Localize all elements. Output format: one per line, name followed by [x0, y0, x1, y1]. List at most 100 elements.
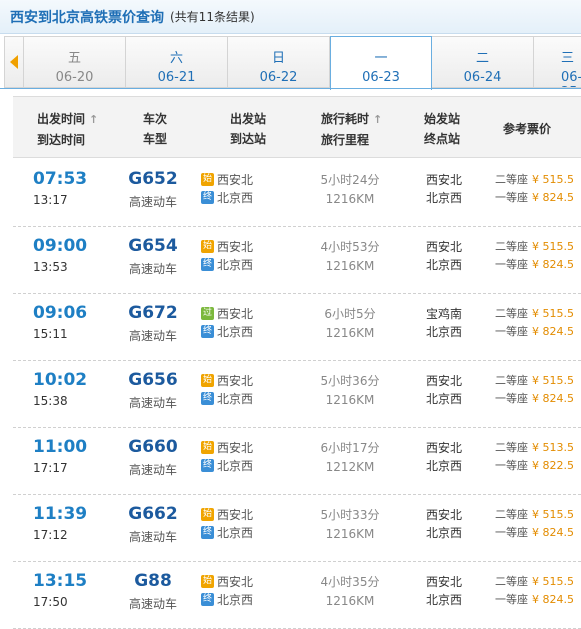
tab-date: 06-22 [259, 70, 298, 85]
train-number-link[interactable]: G672 [121, 303, 185, 323]
seat-class-label: 一等座 [495, 258, 528, 271]
seat-class-label: 二等座 [495, 307, 528, 320]
travel-duration: 4小时35分 [320, 575, 380, 589]
station-badge-icon: 始 [201, 374, 214, 387]
table-row[interactable]: 09:00 13:53 G654 高速动车始西安北终北京西 4小时53分 1216KM 西安… [13, 226, 581, 294]
terminus-station: 北京西 [425, 258, 462, 272]
prev-dates-button[interactable] [4, 36, 24, 88]
date-tab-0623[interactable]: 一 06-23 [330, 36, 432, 90]
terminus-station: 北京西 [425, 459, 462, 473]
price-amount: ¥ 515.5 [532, 173, 574, 186]
tab-weekday: 三 [561, 51, 575, 66]
station-badge-icon: 过 [201, 307, 214, 320]
station-badge-icon: 始 [201, 575, 214, 588]
station-badge-icon: 始 [201, 173, 214, 186]
from-station: 始西安北 [201, 506, 253, 523]
date-tab-0625[interactable]: 三 06-25 [534, 36, 581, 88]
arrive-time: 13:53 [33, 260, 68, 274]
sort-depart-time[interactable]: 出发时间 ↑ 到达时间 [37, 109, 98, 150]
page-title: 西安到北京高铁票价查询 [10, 9, 164, 26]
tab-weekday: 日 [271, 51, 285, 66]
to-station-name: 北京西 [217, 258, 254, 272]
header-train-no: 车次 [143, 112, 168, 126]
station-badge-icon: 始 [201, 508, 214, 521]
travel-distance: 1212KM [325, 460, 375, 474]
table-row[interactable]: 11:00 17:17 G660 高速动车始西安北终北京西 6小时17分 1212KM 西安… [13, 427, 581, 495]
train-type: 高速动车 [128, 530, 177, 544]
from-station: 始西安北 [201, 439, 253, 456]
seat-class-label: 一等座 [495, 325, 528, 338]
sort-arrow-icon: ↑ [89, 113, 99, 126]
price-amount: ¥ 824.5 [532, 258, 574, 271]
price-amount: ¥ 824.5 [532, 325, 574, 338]
table-row[interactable]: 11:39 17:12 G662 高速动车始西安北终北京西 5小时33分 1216KM 西安… [13, 494, 581, 562]
train-number-link[interactable]: G662 [121, 504, 185, 524]
seat-class-label: 一等座 [495, 526, 528, 539]
table-row[interactable]: 07:53 13:17 G652 高速动车始西安北终北京西 5小时24分 1216KM 西安… [13, 159, 581, 227]
to-station-name: 北京西 [217, 526, 254, 540]
date-tab-0624[interactable]: 二 06-24 [432, 36, 534, 88]
terminus-station: 北京西 [425, 191, 462, 205]
origin-station: 西安北 [425, 575, 462, 589]
tab-weekday: 五 [67, 51, 81, 66]
price-amount: ¥ 822.5 [532, 459, 574, 472]
header-depart-time: 出发时间 [37, 112, 86, 126]
depart-time: 09:06 [33, 303, 88, 323]
train-type: 高速动车 [128, 329, 177, 343]
from-station: 始西安北 [201, 238, 253, 255]
header-train-col: 车次 车型 [143, 109, 167, 149]
second-class-price: 二等座 ¥ 515.5 [495, 171, 574, 187]
sort-duration[interactable]: 旅行耗时 ↑ 旅行里程 [321, 109, 382, 150]
train-number-link[interactable]: G656 [121, 370, 185, 390]
from-station: 始西安北 [201, 171, 253, 188]
station-badge-icon: 终 [201, 526, 214, 539]
arrive-time: 15:38 [33, 394, 68, 408]
table-header: 出发时间 ↑ 到达时间 车次 车型 出发站 到达站 旅行耗时 ↑ 旅行里程 始发站 … [13, 96, 581, 158]
from-station: 始西安北 [201, 372, 253, 389]
terminus-station: 北京西 [425, 325, 462, 339]
station-badge-icon: 终 [201, 191, 214, 204]
travel-distance: 1216KM [325, 192, 375, 206]
price-amount: ¥ 513.5 [532, 441, 574, 454]
first-class-price: 一等座 ¥ 824.5 [495, 591, 574, 607]
price-amount: ¥ 515.5 [532, 575, 574, 588]
tab-weekday: 一 [374, 51, 388, 66]
train-number-link[interactable]: G660 [121, 437, 185, 457]
table-row[interactable]: 10:02 15:38 G656 高速动车始西安北终北京西 5小时36分 1216KM 西安… [13, 360, 581, 428]
from-station-name: 西安北 [217, 240, 254, 254]
date-tab-0620[interactable]: 五 06-20 [24, 36, 126, 88]
to-station: 终北京西 [201, 189, 253, 206]
origin-station: 西安北 [425, 173, 462, 187]
depart-time: 07:53 [33, 169, 88, 189]
from-station-name: 西安北 [217, 441, 254, 455]
depart-time: 13:15 [33, 571, 88, 591]
seat-class-label: 二等座 [495, 575, 528, 588]
origin-station: 西安北 [425, 508, 462, 522]
seat-class-label: 二等座 [495, 173, 528, 186]
header-duration: 旅行耗时 [321, 112, 370, 126]
depart-time: 09:00 [33, 236, 88, 256]
train-number-link[interactable]: G654 [121, 236, 185, 256]
first-class-price: 一等座 ¥ 824.5 [495, 524, 574, 540]
date-tab-0622[interactable]: 日 06-22 [228, 36, 330, 88]
train-number-link[interactable]: G88 [121, 571, 185, 591]
tab-weekday: 二 [475, 51, 489, 66]
train-type: 高速动车 [128, 597, 177, 611]
travel-duration: 5小时24分 [320, 173, 380, 187]
price-amount: ¥ 824.5 [532, 191, 574, 204]
from-station-name: 西安北 [217, 173, 254, 187]
to-station: 终北京西 [201, 591, 253, 608]
first-class-price: 一等座 ¥ 822.5 [495, 457, 574, 473]
travel-duration: 4小时53分 [320, 240, 380, 254]
table-row[interactable]: 09:06 15:11 G672 高速动车过西安北终北京西 6小时5分 1216KM 宝鸡南… [13, 293, 581, 361]
date-tab-0621[interactable]: 六 06-21 [126, 36, 228, 88]
from-station: 始西安北 [201, 573, 253, 590]
travel-distance: 1216KM [325, 259, 375, 273]
origin-station: 西安北 [425, 240, 462, 254]
station-badge-icon: 终 [201, 325, 214, 338]
to-station: 终北京西 [201, 390, 253, 407]
train-number-link[interactable]: G652 [121, 169, 185, 189]
sort-arrow-icon: ↑ [373, 113, 383, 126]
table-row[interactable]: 13:15 17:50 G88 高速动车始西安北终北京西 4小时35分 1216KM 西安北… [13, 561, 581, 629]
header-terminus: 终点站 [424, 132, 461, 146]
